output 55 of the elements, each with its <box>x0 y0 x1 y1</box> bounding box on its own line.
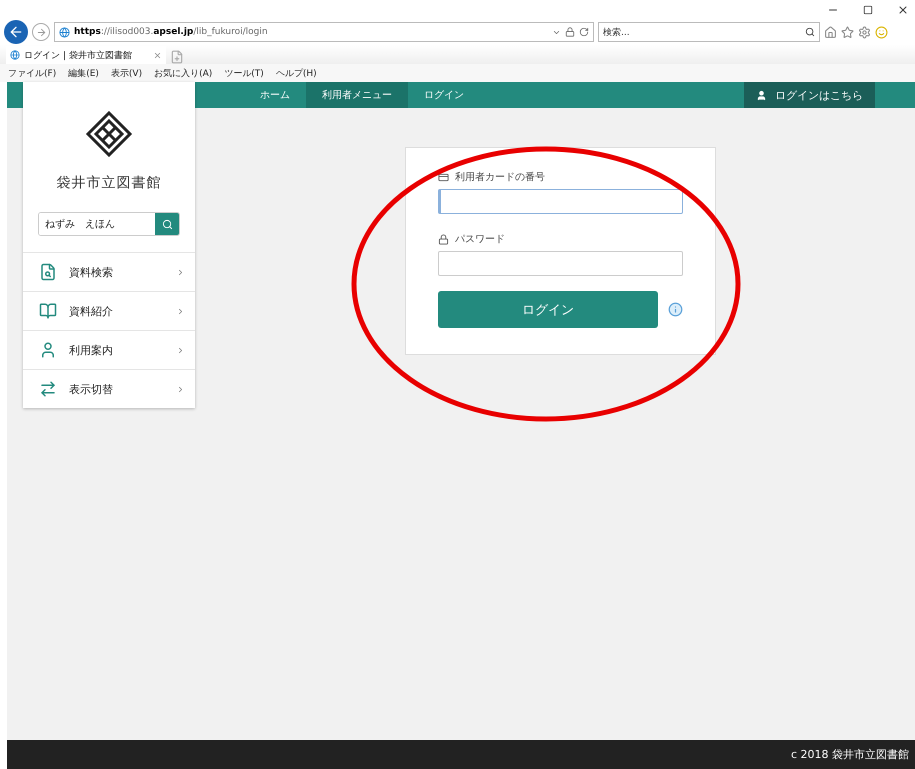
globe-icon <box>10 50 20 60</box>
menu-item[interactable]: ファイル(F) <box>8 66 56 80</box>
breadcrumb-link[interactable]: ログイン <box>408 82 480 108</box>
maximize-icon[interactable] <box>863 5 873 15</box>
forward-button[interactable] <box>32 23 50 41</box>
refresh-icon[interactable] <box>579 27 589 37</box>
card-icon <box>438 172 449 182</box>
breadcrumb-link[interactable]: 利用者メニュー <box>306 82 408 108</box>
sidebar-menu-item[interactable]: 利用案内 <box>23 330 195 369</box>
menu-item[interactable]: 編集(E) <box>68 66 99 80</box>
book-icon <box>39 302 57 320</box>
chevron-icon <box>176 346 185 354</box>
search-icon[interactable] <box>805 27 815 37</box>
info-icon[interactable] <box>668 302 683 317</box>
chevron-icon <box>176 306 185 316</box>
user-icon <box>756 90 767 100</box>
browser-tab[interactable]: ログイン | 袋井市立図書館 <box>6 46 166 64</box>
search-icon <box>162 218 172 230</box>
breadcrumb-link[interactable]: ホーム <box>244 82 306 108</box>
close-icon[interactable] <box>897 4 909 16</box>
sidebar-search-field[interactable]: ねずみ えほん <box>38 212 180 236</box>
globe-icon <box>59 26 70 38</box>
search-icon <box>39 263 57 281</box>
copyright-text: c 2018 袋井市立図書館 <box>790 747 909 762</box>
switch-icon <box>39 380 57 398</box>
sidebar-menu-item[interactable]: 資料紹介 <box>23 291 195 330</box>
smiley-icon[interactable] <box>875 26 888 38</box>
logo-icon <box>85 110 133 160</box>
sidebar-menu-item[interactable]: 表示切替 <box>23 369 195 408</box>
field-label: パスワード <box>438 232 683 246</box>
url-text: https://ilisod003.apsel.jp/lib_fukuroi/login <box>74 27 269 37</box>
chevron-icon <box>176 268 185 276</box>
browser-search-field[interactable]: 検索... <box>598 22 820 42</box>
arrow-right-icon <box>36 26 46 38</box>
new-tab-icon[interactable] <box>170 50 184 64</box>
lock-icon <box>565 27 575 37</box>
settings-icon[interactable] <box>858 26 871 38</box>
lock-icon <box>438 234 449 244</box>
menu-item[interactable]: ヘルプ(H) <box>276 66 317 80</box>
menu-item[interactable]: 表示(V) <box>110 66 142 80</box>
home-icon[interactable] <box>824 26 837 38</box>
menu-item[interactable]: ツール(T) <box>224 66 264 80</box>
login-button[interactable]: ログイン <box>438 291 658 328</box>
address-bar[interactable]: https://ilisod003.apsel.jp/lib_fukuroi/login <box>54 22 594 42</box>
input-field[interactable] <box>438 251 683 276</box>
input-field[interactable] <box>438 189 683 214</box>
sidebar-menu-item[interactable]: 資料検索 <box>23 252 195 291</box>
back-button[interactable] <box>4 20 28 44</box>
search-button[interactable] <box>155 213 179 235</box>
library-name: 袋井市立図書館 <box>56 174 162 192</box>
menu-item[interactable]: お気に入り(A) <box>154 66 212 80</box>
star-icon[interactable] <box>841 26 854 38</box>
field-label: 利用者カードの番号 <box>438 170 683 184</box>
chevron-icon <box>176 384 185 394</box>
login-link[interactable]: ログインはこちら <box>744 82 875 108</box>
